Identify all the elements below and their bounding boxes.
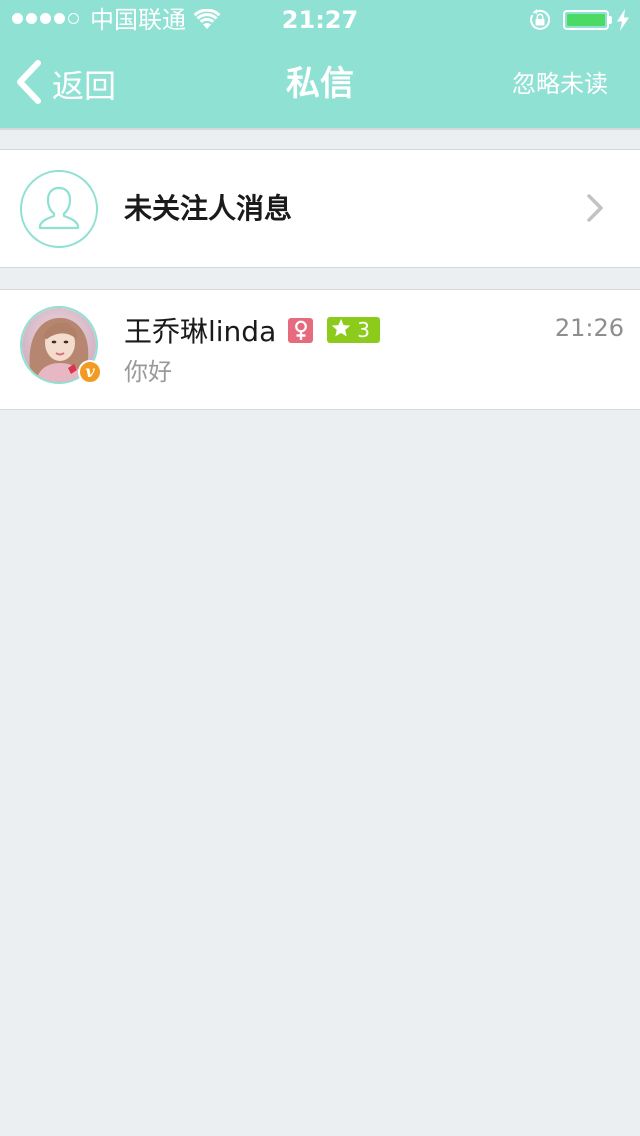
battery-level xyxy=(567,14,605,26)
back-label: 返回 xyxy=(52,67,117,105)
level-number: 3 xyxy=(357,318,370,342)
unfollowed-messages-row[interactable]: 未关注人消息 xyxy=(0,149,640,268)
rotation-lock-icon xyxy=(528,9,552,35)
battery-icon xyxy=(563,10,609,30)
navigation-bar: 返回 私信 忽略未读 xyxy=(0,40,640,128)
star-icon xyxy=(331,318,351,343)
status-bar: 中国联通 21:27 xyxy=(0,0,640,40)
chevron-left-icon xyxy=(14,60,42,108)
ignore-unread-button[interactable]: 忽略未读 xyxy=(512,40,608,128)
conversation-row[interactable]: v 王乔琳linda 3 21:26 你好 xyxy=(0,289,640,410)
conversation-header: 王乔琳linda 3 xyxy=(124,311,380,349)
charging-icon xyxy=(616,9,630,35)
battery-cap xyxy=(609,16,612,24)
person-icon xyxy=(20,170,98,248)
back-button[interactable]: 返回 xyxy=(14,60,116,108)
unfollowed-messages-label: 未关注人消息 xyxy=(124,192,293,225)
contact-name: 王乔琳linda xyxy=(124,315,277,348)
female-icon xyxy=(288,317,314,343)
message-preview: 你好 xyxy=(124,358,172,386)
message-time: 21:26 xyxy=(554,314,624,342)
header: 中国联通 21:27 返回 私信 忽略未读 xyxy=(0,0,640,128)
level-badge: 3 xyxy=(327,317,380,343)
page-title: 私信 xyxy=(286,64,354,104)
chevron-right-icon xyxy=(586,194,604,226)
header-divider xyxy=(0,128,640,130)
verified-badge: v xyxy=(78,360,102,384)
